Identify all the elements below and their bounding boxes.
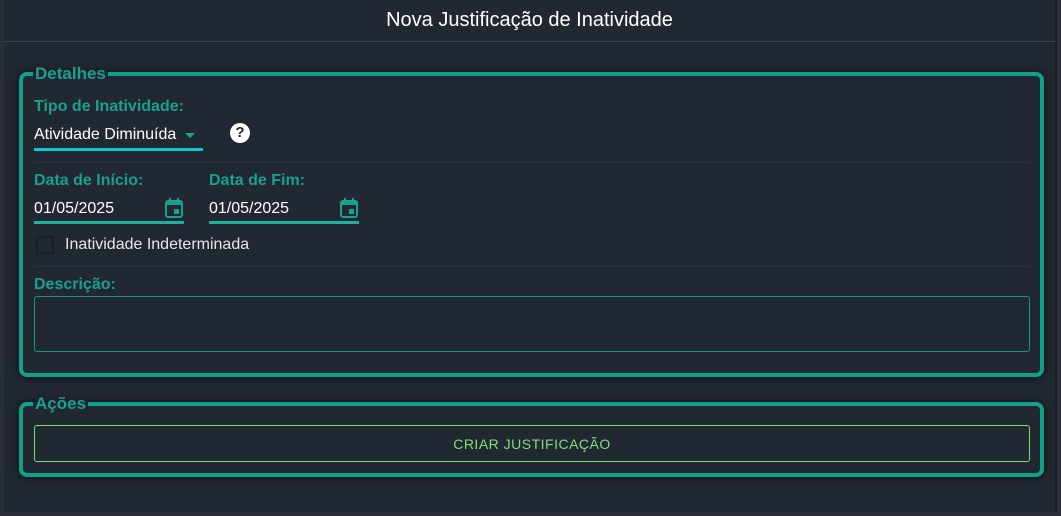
start-date-underline [34,221,184,224]
end-date-underline [209,221,359,224]
details-legend: Detalhes [35,64,106,83]
end-date-label: Data de Fim: [209,172,306,189]
description-label: Descrição: [34,276,116,293]
start-date-input[interactable]: 01/05/2025 [34,194,184,224]
type-select-underline [34,148,203,151]
help-icon[interactable]: ? [230,123,250,143]
end-date-value: 01/05/2025 [209,200,290,217]
description-textarea[interactable] [34,296,1030,352]
divider [34,266,1030,267]
start-date-label: Data de Início: [34,172,144,189]
create-justification-button[interactable]: CRIAR JUSTIFICAÇÃO [34,425,1030,462]
type-select-value: Atividade Diminuída [34,126,177,143]
chevron-down-icon [185,133,195,138]
end-date-input[interactable]: 01/05/2025 [209,194,359,224]
actions-legend: Ações [35,394,87,413]
dialog-title: Nova Justificação de Inatividade [386,9,673,31]
calendar-icon[interactable] [340,198,358,218]
indefinite-label[interactable]: Inatividade Indeterminada [65,236,249,254]
divider [34,162,1030,163]
type-select[interactable]: Atividade Diminuída [34,120,203,152]
calendar-icon[interactable] [165,198,183,218]
type-label: Tipo de Inatividade: [34,98,184,115]
dialog-header: Nova Justificação de Inatividade [4,0,1055,42]
dialog: Nova Justificação de Inatividade Detalhe… [4,0,1057,512]
indefinite-checkbox[interactable] [36,236,54,254]
start-date-value: 01/05/2025 [34,200,115,217]
